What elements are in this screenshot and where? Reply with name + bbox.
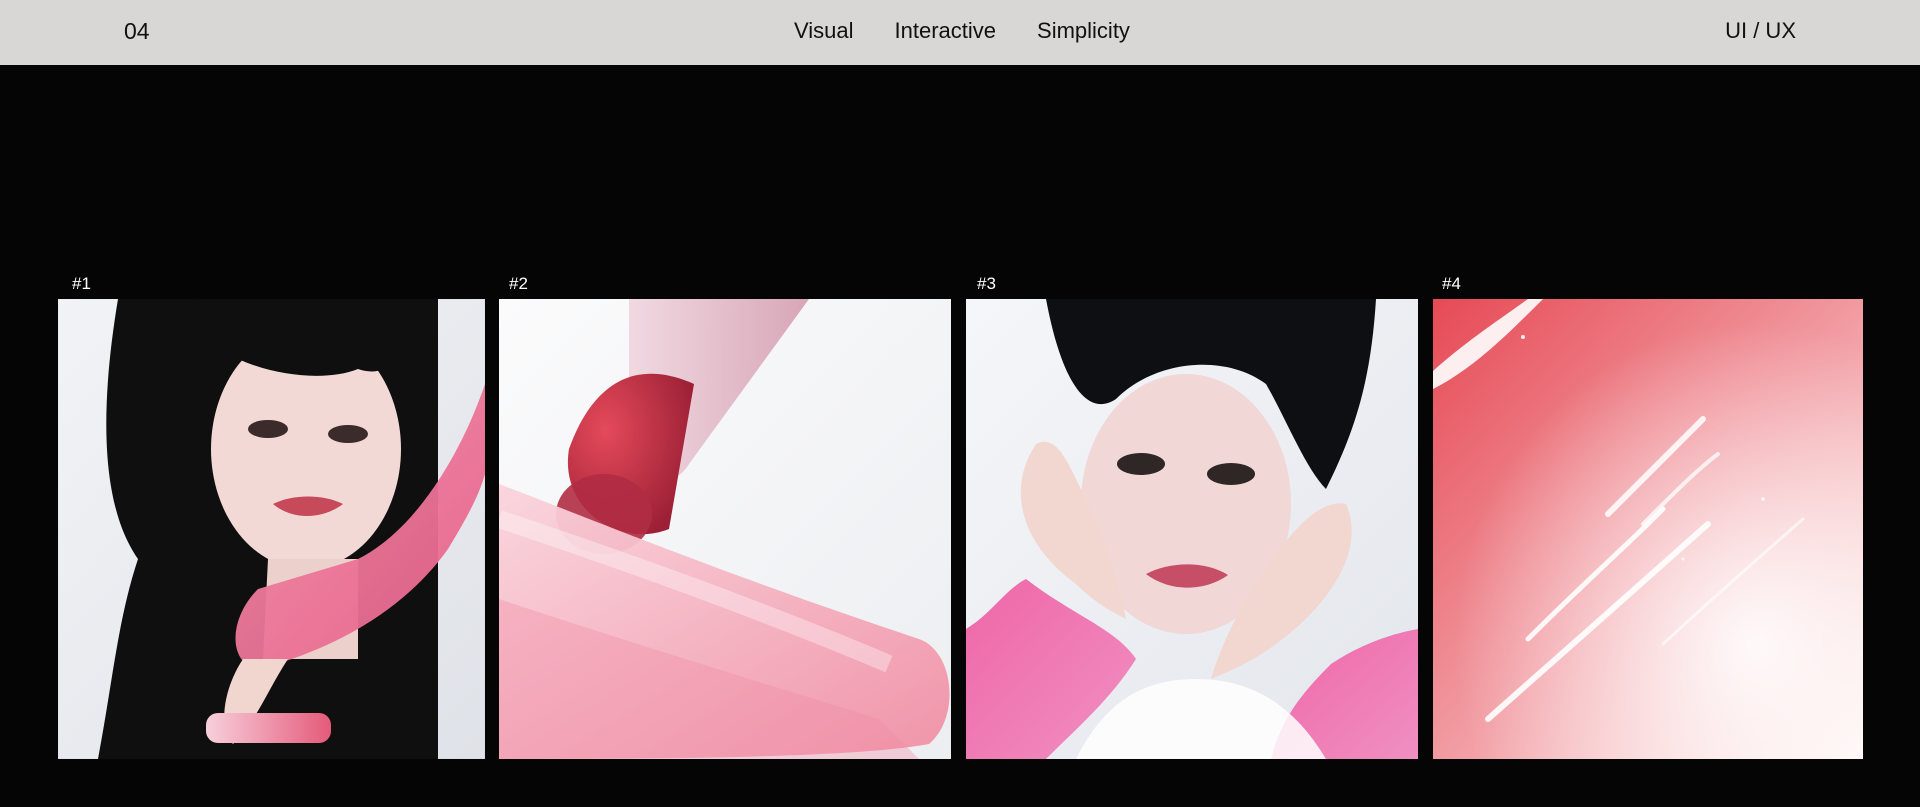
card-3-label: #3 bbox=[977, 274, 996, 293]
nav-visual[interactable]: Visual bbox=[794, 18, 854, 44]
card-4-label: #4 bbox=[1442, 274, 1461, 293]
card-1-label: #1 bbox=[72, 274, 91, 293]
gloss-texture-photo-icon bbox=[1433, 299, 1863, 759]
top-nav: Visual Interactive Simplicity bbox=[794, 18, 1130, 44]
category-label: UI / UX bbox=[1725, 18, 1796, 43]
card-1-image[interactable] bbox=[58, 299, 485, 759]
portrait-photo-icon bbox=[966, 299, 1418, 759]
card-3-image[interactable] bbox=[966, 299, 1418, 759]
portrait-photo-icon bbox=[58, 299, 485, 759]
section-number: 04 bbox=[124, 18, 150, 44]
nav-simplicity[interactable]: Simplicity bbox=[1037, 18, 1130, 44]
card-2-label: #2 bbox=[509, 274, 528, 293]
top-bar: 04 Visual Interactive Simplicity UI / UX bbox=[0, 0, 1920, 65]
nav-interactive[interactable]: Interactive bbox=[895, 18, 997, 44]
lipstick-photo-icon bbox=[499, 299, 951, 759]
card-2-image[interactable] bbox=[499, 299, 951, 759]
card-4-image[interactable] bbox=[1433, 299, 1863, 759]
